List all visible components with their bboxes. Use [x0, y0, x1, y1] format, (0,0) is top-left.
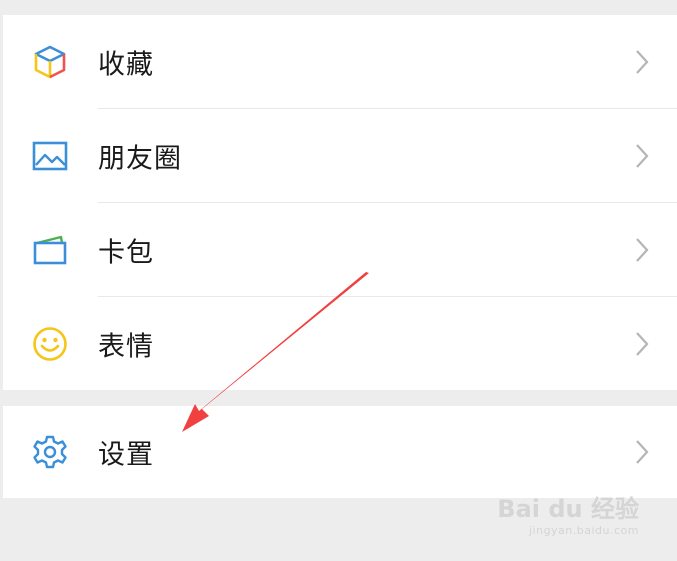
menu-item-label: 表情: [98, 331, 154, 362]
smiley-emoji-icon: [31, 325, 69, 363]
baidu-jingyan-watermark: Bai du 经验 jingyan.baidu.com: [497, 489, 639, 537]
menu-group-main: 收藏 朋友圈 卡包 表情: [3, 15, 677, 390]
watermark-text: Bai du 经验: [497, 495, 639, 523]
menu-group-settings: 设置: [3, 406, 677, 498]
menu-item-moments[interactable]: 朋友圈: [3, 109, 677, 203]
menu-item-favorites[interactable]: 收藏: [3, 15, 677, 109]
menu-item-label: 收藏: [98, 49, 154, 81]
gear-icon: [31, 433, 69, 471]
chevron-right-icon: [635, 439, 649, 465]
menu-item-label: 设置: [98, 439, 154, 471]
card-wallet-icon: [31, 231, 69, 269]
menu-item-settings[interactable]: 设置: [3, 406, 677, 498]
favorites-cube-icon: [31, 43, 69, 81]
menu-item-label: 朋友圈: [98, 143, 182, 175]
moments-image-icon: [31, 137, 69, 175]
menu-item-label: 卡包: [98, 237, 154, 269]
menu-item-stickers[interactable]: 表情: [3, 297, 677, 390]
chevron-right-icon: [635, 143, 649, 169]
menu-item-card-wallet[interactable]: 卡包: [3, 203, 677, 297]
watermark-subtext: jingyan.baidu.com: [528, 524, 639, 537]
chevron-right-icon: [635, 237, 649, 263]
chevron-right-icon: [635, 49, 649, 75]
chevron-right-icon: [635, 331, 649, 357]
